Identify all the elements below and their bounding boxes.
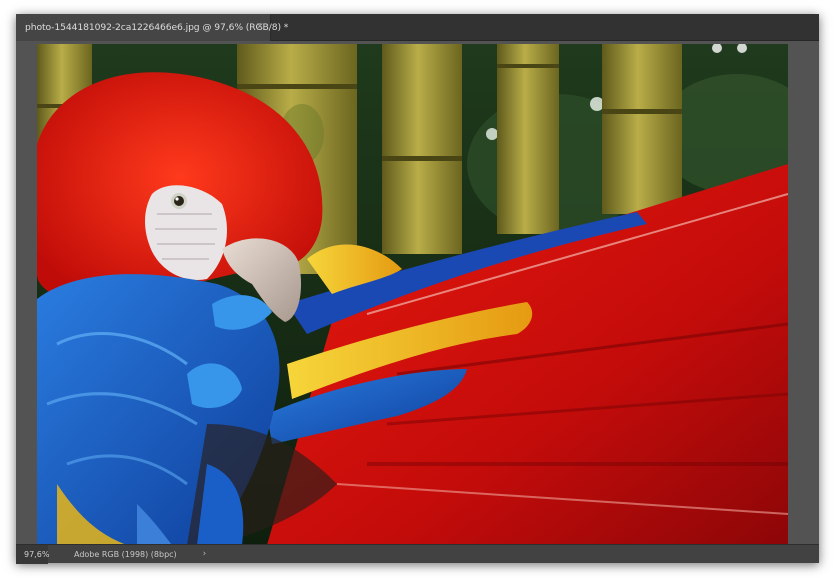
document-tab-bar: photo-1544181092-2ca1226466e6.jpg @ 97,6… (16, 14, 819, 41)
document-image[interactable] (37, 44, 788, 545)
document-tab-title: photo-1544181092-2ca1226466e6.jpg @ 97,6… (25, 22, 289, 33)
zoom-level-field[interactable]: 97,6% (16, 544, 49, 564)
document-tab[interactable]: photo-1544181092-2ca1226466e6.jpg @ 97,6… (16, 14, 288, 41)
chevron-right-icon[interactable]: › (203, 549, 207, 559)
document-window: photo-1544181092-2ca1226466e6.jpg @ 97,6… (16, 14, 819, 564)
status-bar: 97,6% Adobe RGB (1998) (8bpc) › (16, 544, 819, 564)
macaw-photo (37, 44, 788, 545)
canvas-area[interactable] (16, 41, 819, 545)
close-icon[interactable]: × (256, 21, 264, 33)
document-info[interactable]: Adobe RGB (1998) (8bpc) (74, 550, 177, 559)
